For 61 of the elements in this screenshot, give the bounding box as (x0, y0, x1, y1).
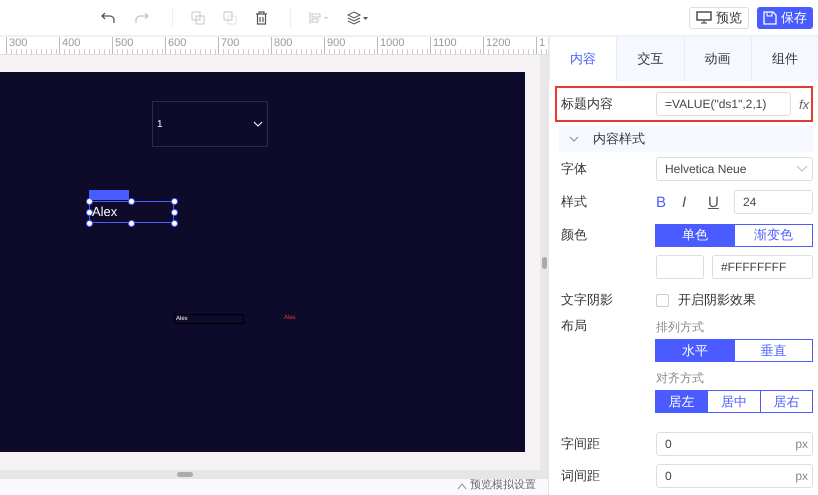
color-mode-button[interactable]: 单色 (655, 224, 734, 246)
ruler-label: 500 (112, 37, 165, 54)
field-label: 布局 (561, 317, 588, 335)
field-label: 词间距 (561, 467, 601, 485)
word-spacing-field[interactable]: 0 px (656, 464, 813, 488)
field-label: 样式 (561, 193, 588, 211)
panel-tab[interactable]: 交互 (616, 37, 684, 81)
align-button[interactable]: 居右 (760, 390, 813, 413)
font-select[interactable]: Helvetica Neue (656, 156, 813, 180)
resize-handle[interactable] (128, 198, 135, 205)
letter-spacing-field[interactable]: 0 px (656, 432, 813, 456)
field-label: 字间距 (561, 435, 601, 453)
ruler-label: 1000 (377, 37, 430, 54)
ruler-label: 400 (59, 37, 112, 54)
trash-icon[interactable] (255, 10, 268, 24)
font-size-field[interactable]: 24 (734, 190, 813, 214)
shadow-checkbox[interactable] (656, 294, 669, 306)
save-button[interactable]: 保存 (757, 6, 813, 28)
title-content-field[interactable]: =VALUE("ds1",2,1) (656, 92, 791, 116)
ruler-label: 600 (165, 37, 218, 54)
color-mode-button[interactable]: 渐变色 (734, 224, 813, 246)
ruler-label: 900 (324, 37, 377, 54)
formula-button[interactable]: fx (799, 96, 810, 112)
arrange-button[interactable]: 水平 (655, 339, 734, 362)
selection-tag (89, 190, 129, 200)
sub-label: 对齐方式 (656, 370, 705, 387)
panel-tab[interactable]: 组件 (750, 37, 818, 81)
bold-button[interactable]: B (656, 194, 668, 210)
undo-icon[interactable] (100, 10, 116, 24)
ruler-label: 300 (6, 37, 59, 54)
field-label: 标题内容 (561, 95, 614, 113)
simulation-settings-link[interactable]: 预览模拟设置 (457, 479, 536, 492)
resize-handle[interactable] (128, 220, 135, 227)
field-label: 文字阴影 (561, 291, 614, 309)
sub-label: 排列方式 (656, 319, 705, 336)
chevron-down-icon (796, 165, 808, 172)
ruler-label: 1200 (483, 37, 536, 54)
ruler-label: 1100 (430, 37, 483, 54)
section-header[interactable]: 内容样式 (559, 126, 813, 152)
ruler-label: 800 (271, 37, 324, 54)
vertical-scrollbar[interactable] (540, 55, 548, 470)
color-swatch[interactable] (656, 255, 704, 279)
monitor-icon (696, 11, 712, 24)
layers-icon[interactable] (347, 10, 369, 24)
preview-button[interactable]: 预览 (689, 6, 749, 28)
panel-tab[interactable]: 动画 (684, 37, 751, 81)
dropdown-widget[interactable]: 1 (152, 101, 268, 147)
checkbox-label: 开启阴影效果 (678, 291, 756, 309)
field-label: 字体 (561, 160, 588, 178)
hex-color-field[interactable]: #FFFFFFFF (712, 255, 813, 279)
horizontal-scrollbar[interactable] (0, 470, 548, 479)
chevron-up-icon (457, 482, 467, 490)
chevron-down-icon (569, 136, 579, 142)
field-label: 颜色 (561, 226, 588, 244)
align-button[interactable]: 居中 (707, 390, 761, 413)
italic-button[interactable]: I (682, 194, 694, 210)
ruler-label: 700 (218, 37, 271, 54)
underline-button[interactable]: U (708, 194, 720, 210)
chevron-down-icon (253, 121, 263, 127)
align-button[interactable]: 居左 (655, 390, 708, 413)
arrange-button[interactable]: 垂直 (734, 339, 813, 362)
